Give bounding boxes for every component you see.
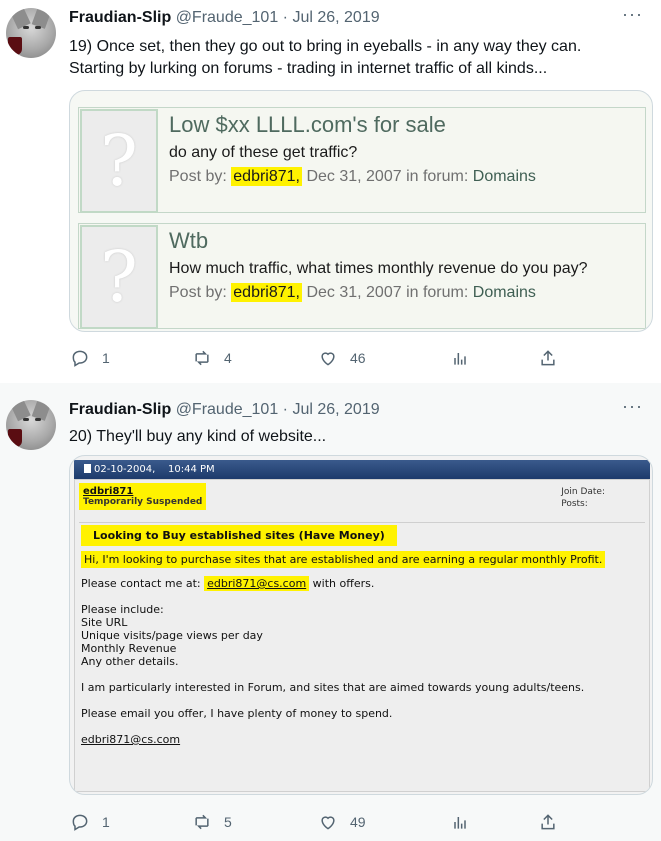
post-contact-line: Please contact me at: edbri871@cs.com wi… bbox=[81, 576, 375, 591]
post-date-bar: 02-10-2004, 10:44 PM bbox=[74, 460, 650, 479]
share-icon bbox=[541, 350, 555, 366]
share-button[interactable] bbox=[538, 812, 558, 832]
tweet-text-line: Starting by lurking on forums - trading … bbox=[69, 60, 548, 77]
question-mark-icon: ? bbox=[100, 236, 138, 318]
poster-status: Temporarily Suspended bbox=[83, 497, 203, 507]
include-item: Monthly Revenue bbox=[81, 642, 177, 655]
document-icon bbox=[84, 464, 91, 473]
analytics-button[interactable] bbox=[450, 812, 470, 832]
forum-name: Domains bbox=[472, 284, 536, 301]
post-title: Looking to Buy established sites (Have M… bbox=[81, 525, 397, 546]
forum-thread-title: Wtb bbox=[169, 228, 209, 253]
include-item: Site URL bbox=[81, 616, 128, 629]
tweet-2[interactable]: Fraudian-Slip @Fraude_101 · Jul 26, 2019… bbox=[0, 383, 661, 841]
post-date: Dec 31, 2007 in forum: bbox=[306, 168, 469, 185]
divider bbox=[79, 522, 645, 523]
forum-thread-snippet: How much traffic, what times monthly rev… bbox=[169, 260, 588, 277]
tweet-text: 20) They'll buy any kind of website... bbox=[69, 428, 327, 445]
post-money: Please email you offer, I have plenty of… bbox=[81, 707, 393, 720]
like-button[interactable]: 46 bbox=[318, 348, 366, 368]
post-by-label: Post by: bbox=[169, 284, 227, 301]
more-options-icon[interactable]: ··· bbox=[622, 396, 643, 417]
author-meta[interactable]: @Fraude_101 · Jul 26, 2019 bbox=[176, 401, 380, 418]
like-count: 49 bbox=[350, 814, 366, 830]
signature-email: edbri871@cs.com bbox=[81, 733, 181, 746]
heart-icon bbox=[321, 352, 335, 366]
share-button[interactable] bbox=[538, 348, 558, 368]
posts-label: Posts: bbox=[561, 499, 588, 509]
forum-post-meta: Post by: edbri871, Dec 31, 2007 in forum… bbox=[169, 283, 536, 302]
author-name[interactable]: Fraudian-Slip bbox=[69, 401, 171, 418]
forum-result-row: ? Low $xx LLLL.com's for sale do any of … bbox=[78, 107, 646, 213]
tweet-header: Fraudian-Slip @Fraude_101 · Jul 26, 2019 bbox=[69, 8, 380, 28]
post-interest: I am particularly interested in Forum, a… bbox=[81, 681, 585, 694]
forum-thread-snippet: do any of these get traffic? bbox=[169, 144, 358, 161]
tweet-1[interactable]: Fraudian-Slip @Fraude_101 · Jul 26, 2019… bbox=[0, 0, 661, 383]
reply-count: 1 bbox=[102, 814, 110, 830]
contact-email-link: edbri871@cs.com bbox=[204, 576, 310, 591]
question-mark-icon: ? bbox=[100, 120, 138, 202]
reply-count: 1 bbox=[102, 350, 110, 366]
more-options-icon[interactable]: ··· bbox=[622, 4, 643, 25]
placeholder-thumbnail: ? bbox=[80, 225, 158, 329]
retweet-button[interactable]: 4 bbox=[192, 348, 232, 368]
avatar[interactable] bbox=[6, 400, 56, 450]
placeholder-thumbnail: ? bbox=[80, 109, 158, 213]
retweet-count: 4 bbox=[224, 350, 232, 366]
analytics-icon bbox=[454, 353, 466, 365]
tweet-header: Fraudian-Slip @Fraude_101 · Jul 26, 2019 bbox=[69, 400, 380, 420]
avatar[interactable] bbox=[6, 8, 56, 58]
forum-post-screenshot[interactable]: 02-10-2004, 10:44 PM edbri871 Temporaril… bbox=[69, 455, 653, 795]
forum-name: Domains bbox=[472, 168, 536, 185]
tweet-text-line: 19) Once set, then they go out to bring … bbox=[69, 38, 582, 55]
join-date-label: Join Date: bbox=[561, 487, 605, 497]
contact-prefix: Please contact me at: bbox=[81, 577, 201, 590]
analytics-icon bbox=[454, 817, 466, 829]
forum-thread-title: Low $xx LLLL.com's for sale bbox=[169, 112, 446, 137]
retweet-count: 5 bbox=[224, 814, 232, 830]
post-by-label: Post by: bbox=[169, 168, 227, 185]
post-date: Dec 31, 2007 in forum: bbox=[306, 284, 469, 301]
retweet-icon bbox=[195, 814, 209, 830]
post-datetime: 02-10-2004, 10:44 PM bbox=[94, 464, 215, 475]
tweet-actions: 1 5 49 bbox=[0, 812, 661, 836]
poster-info: edbri871 Temporarily Suspended bbox=[79, 483, 207, 510]
tweet-actions: 1 4 46 bbox=[0, 348, 661, 372]
reply-icon bbox=[72, 814, 88, 831]
include-item: Any other details. bbox=[81, 655, 179, 668]
include-item: Unique visits/page views per day bbox=[81, 629, 263, 642]
post-intro: Hi, I'm looking to purchase sites that a… bbox=[81, 551, 606, 568]
analytics-button[interactable] bbox=[450, 348, 470, 368]
retweet-icon bbox=[195, 350, 209, 366]
tweet-text: 19) Once set, then they go out to bring … bbox=[69, 36, 649, 80]
highlighted-username: edbri871, bbox=[231, 283, 302, 302]
reply-icon bbox=[72, 350, 88, 367]
like-button[interactable]: 49 bbox=[318, 812, 366, 832]
include-heading: Please include: bbox=[81, 603, 164, 616]
post-body: edbri871 Temporarily Suspended Join Date… bbox=[74, 479, 650, 792]
author-meta[interactable]: @Fraude_101 · Jul 26, 2019 bbox=[176, 9, 380, 26]
forum-post-meta: Post by: edbri871, Dec 31, 2007 in forum… bbox=[169, 167, 536, 186]
retweet-button[interactable]: 5 bbox=[192, 812, 232, 832]
forum-result-row: ? Wtb How much traffic, what times month… bbox=[78, 223, 646, 329]
contact-suffix: with offers. bbox=[312, 577, 375, 590]
heart-icon bbox=[321, 816, 335, 830]
poster-username: edbri871 bbox=[83, 486, 134, 497]
forum-screenshot-card[interactable]: ? Low $xx LLLL.com's for sale do any of … bbox=[69, 90, 653, 332]
highlighted-username: edbri871, bbox=[231, 167, 302, 186]
reply-button[interactable]: 1 bbox=[70, 812, 110, 832]
author-name[interactable]: Fraudian-Slip bbox=[69, 9, 171, 26]
reply-button[interactable]: 1 bbox=[70, 348, 110, 368]
share-icon bbox=[541, 814, 555, 830]
join-info: Join Date: Posts: bbox=[561, 486, 605, 510]
like-count: 46 bbox=[350, 350, 366, 366]
